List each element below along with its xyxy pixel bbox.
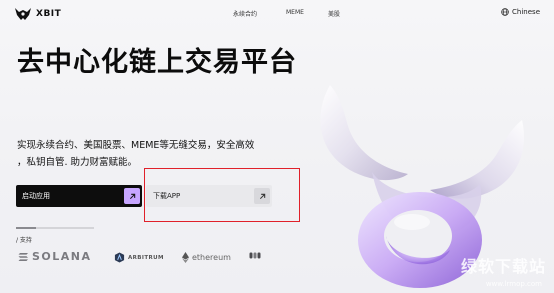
nav-link-us-stocks[interactable]: 美股: [328, 9, 340, 18]
watermark-text: 绿软下载站: [460, 257, 546, 276]
chain-arbitrum: ARBITRUM: [114, 252, 164, 263]
chain-additional: [249, 251, 261, 260]
language-label: Chinese: [512, 8, 540, 16]
watermark-url: www.lrmop.com: [485, 280, 542, 288]
hero-subtitle-line-1: 实现永续合约、美国股票、MEME等无缝交易，安全高效: [17, 140, 255, 151]
top-nav: XBIT 永续合约 MEME 美股 Chinese: [0, 0, 554, 28]
ethereum-label: ethereum: [192, 253, 231, 262]
support-label: / 支持: [16, 237, 32, 244]
launch-arrow-box: [124, 188, 140, 204]
chain-ethereum: ethereum: [182, 252, 231, 263]
solana-icon: [18, 252, 28, 261]
download-app-button[interactable]: 下载APP: [146, 185, 272, 207]
hero-subtitle: 实现永续合约、美国股票、MEME等无缝交易，安全高效 ，私钥自管. 助力财富赋能…: [17, 137, 277, 171]
arbitrum-label: ARBITRUM: [128, 254, 164, 261]
chain-solana: SOLANA: [18, 250, 92, 263]
nav-link-meme[interactable]: MEME: [286, 9, 304, 16]
arrow-up-right-icon: [129, 193, 135, 199]
arrow-up-right-icon: [259, 193, 265, 199]
brand-name: XBIT: [36, 9, 62, 19]
bull-logo-icon: [15, 8, 31, 20]
hero-title: 去中心化链上交易平台: [17, 47, 297, 78]
support-divider-fill: [16, 227, 36, 229]
launch-app-label: 启动应用: [22, 192, 50, 200]
language-selector[interactable]: Chinese: [501, 8, 540, 16]
brand-logo[interactable]: XBIT: [14, 7, 61, 21]
ethereum-icon: [182, 252, 189, 263]
hero-subtitle-line-2: ，私钥自管. 助力财富赋能。: [17, 157, 138, 168]
arbitrum-icon: [114, 252, 125, 263]
launch-app-button[interactable]: 启动应用: [16, 185, 142, 207]
download-app-label: 下载APP: [153, 192, 181, 200]
globe-icon: [501, 8, 509, 16]
download-arrow-box: [254, 188, 270, 204]
chain-link-icon: [249, 252, 261, 259]
nav-link-perpetual[interactable]: 永续合约: [233, 9, 257, 18]
solana-label: SOLANA: [32, 250, 92, 263]
